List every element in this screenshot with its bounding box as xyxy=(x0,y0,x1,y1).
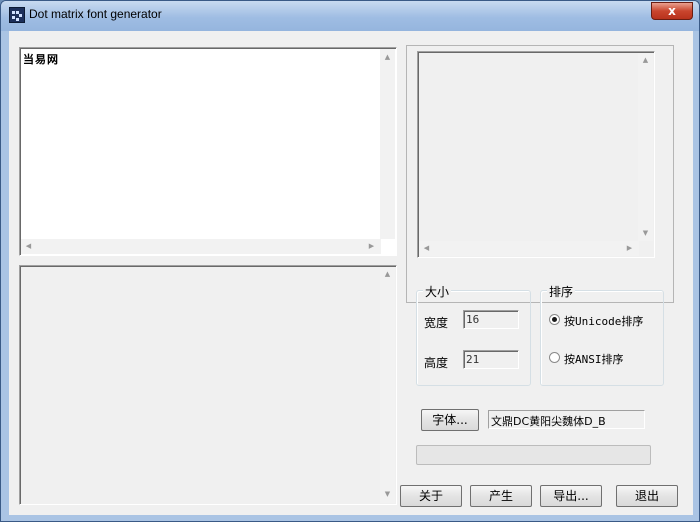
preview-horizontal-scrollbar[interactable]: ◀ ▶ xyxy=(419,241,639,256)
window-title: Dot matrix font generator xyxy=(29,7,162,21)
scroll-left-icon[interactable]: ◀ xyxy=(422,244,431,253)
scroll-up-icon[interactable]: ▲ xyxy=(641,56,650,65)
app-window: Dot matrix font generator x 当易网 ▲ ◀ ▶ ▲ … xyxy=(0,0,700,522)
preview-vertical-scrollbar[interactable]: ▲ ▼ xyxy=(638,53,653,241)
sort-order-legend: 排序 xyxy=(547,283,576,300)
unicode-order-radio[interactable] xyxy=(549,314,560,325)
close-icon: x xyxy=(668,4,676,18)
current-font-display: 文鼎DC黄阳尖魏体D_B xyxy=(488,410,645,429)
scroll-up-icon[interactable]: ▲ xyxy=(383,53,392,62)
app-icon xyxy=(9,7,25,23)
exit-button[interactable]: 退出 xyxy=(616,485,678,507)
ansi-order-radio[interactable] xyxy=(549,352,560,363)
input-vertical-scrollbar[interactable]: ▲ xyxy=(380,49,395,239)
preview-canvas[interactable]: ▲ ▼ ◀ ▶ xyxy=(417,51,655,258)
font-button[interactable]: 字体... xyxy=(421,409,479,431)
generate-button[interactable]: 产生 xyxy=(470,485,532,507)
about-button[interactable]: 关于 xyxy=(400,485,462,507)
scroll-down-icon[interactable]: ▼ xyxy=(641,229,650,238)
input-horizontal-scrollbar[interactable]: ◀ ▶ xyxy=(21,239,381,254)
close-button[interactable]: x xyxy=(651,2,693,20)
export-button[interactable]: 导出... xyxy=(540,485,602,507)
title-bar[interactable]: Dot matrix font generator x xyxy=(1,1,699,31)
width-field[interactable]: 16 xyxy=(463,310,519,329)
output-vertical-scrollbar[interactable]: ▲ ▼ xyxy=(380,267,395,503)
height-label: 高度 xyxy=(424,356,449,370)
scroll-down-icon[interactable]: ▼ xyxy=(383,490,392,499)
height-field[interactable]: 21 xyxy=(463,350,519,369)
scroll-left-icon[interactable]: ◀ xyxy=(24,242,33,251)
progress-bar xyxy=(416,445,651,465)
input-text-area[interactable]: 当易网 ▲ ◀ ▶ xyxy=(19,47,397,256)
input-text: 当易网 xyxy=(23,53,59,66)
size-group: 大小 宽度 16 高度 21 xyxy=(416,283,531,386)
scroll-right-icon[interactable]: ▶ xyxy=(625,244,634,253)
width-label: 宽度 xyxy=(424,316,449,330)
sort-order-group: 排序 按Unicode排序 按ANSI排序 xyxy=(540,283,664,386)
client-area: 当易网 ▲ ◀ ▶ ▲ ▼ ▲ ▼ ◀ ▶ 大小 宽度 16 高度 21 排序 … xyxy=(9,31,693,515)
size-group-legend: 大小 xyxy=(423,283,452,300)
scroll-up-icon[interactable]: ▲ xyxy=(383,270,392,279)
unicode-order-label[interactable]: 按Unicode排序 xyxy=(564,313,643,329)
output-code-area[interactable]: ▲ ▼ xyxy=(19,265,397,505)
ansi-order-label[interactable]: 按ANSI排序 xyxy=(564,351,624,367)
scroll-right-icon[interactable]: ▶ xyxy=(367,242,376,251)
